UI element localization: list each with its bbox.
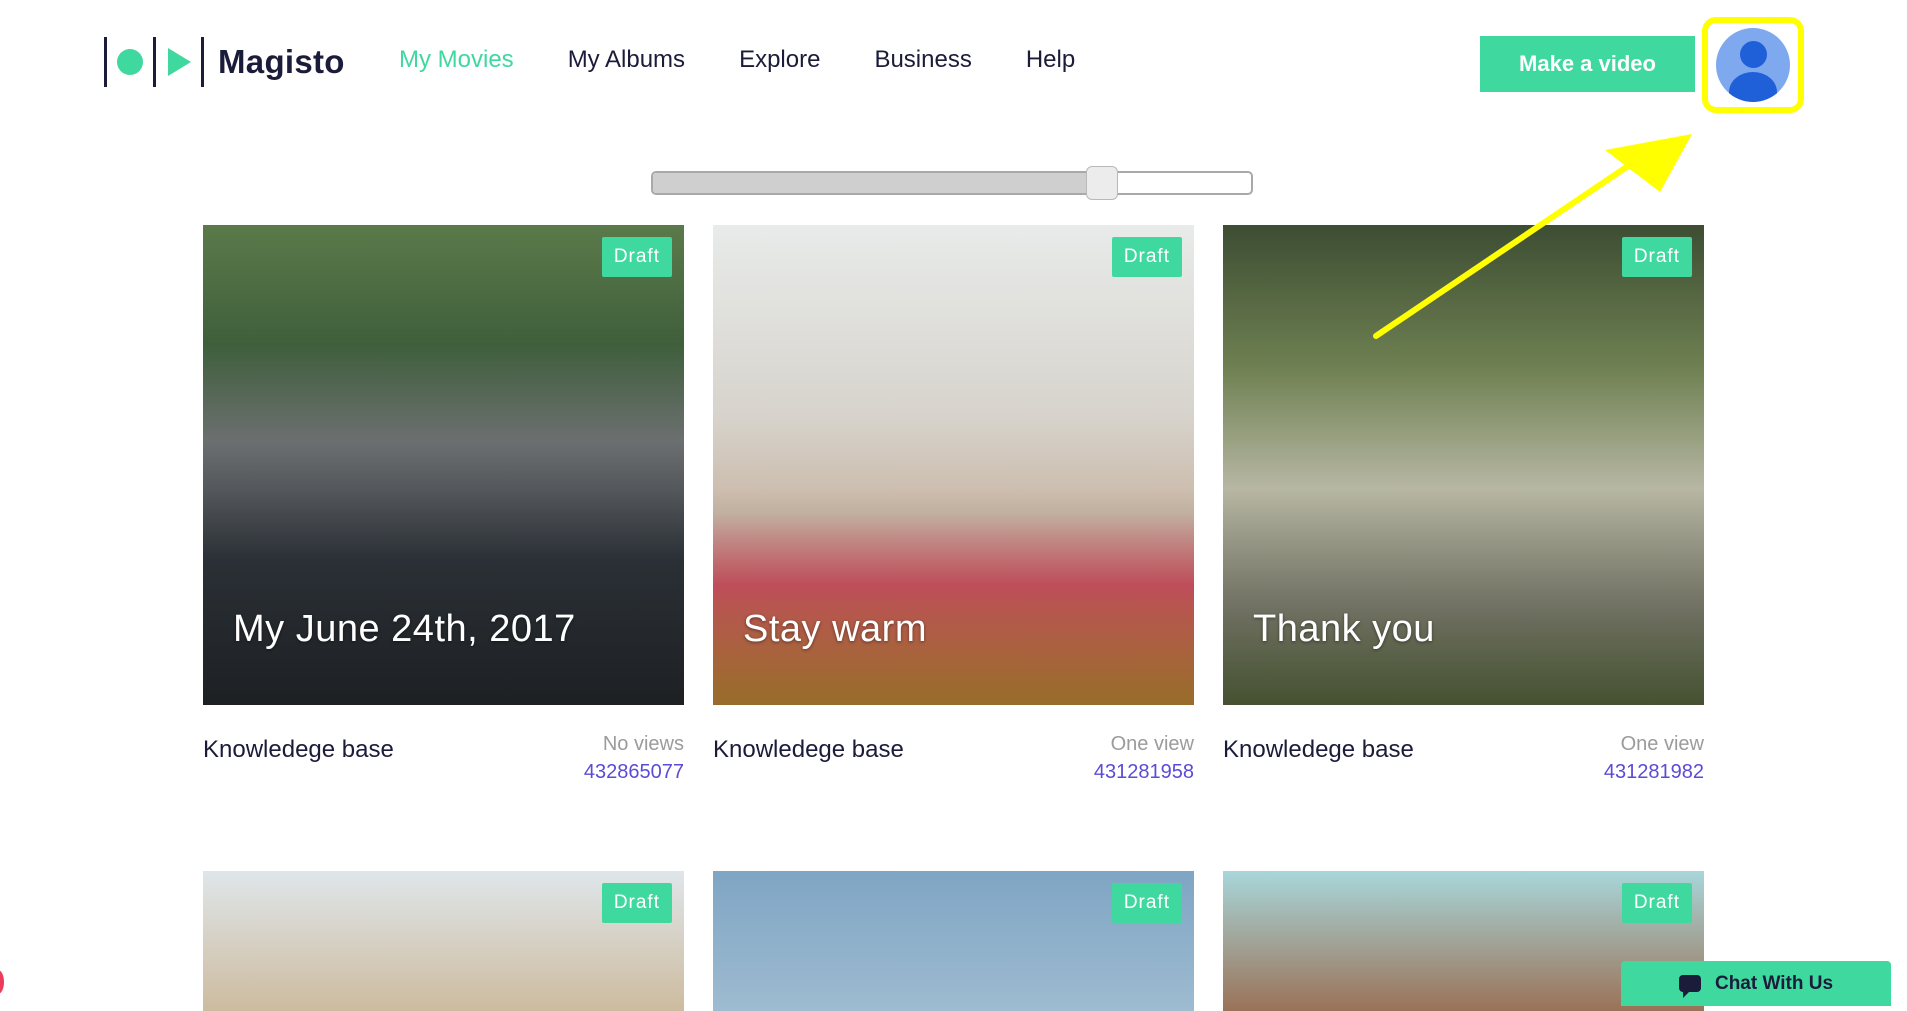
chat-with-us-button[interactable]: Chat With Us (1621, 961, 1891, 1006)
logo-play-icon (168, 48, 191, 76)
logo-bar-icon (153, 37, 156, 87)
slider-thumb[interactable] (1085, 166, 1118, 200)
nav-business[interactable]: Business (874, 46, 971, 74)
logo-dot-icon (117, 49, 143, 75)
movie-views: One view (1110, 733, 1194, 755)
make-a-video-button[interactable]: Make a video (1480, 36, 1695, 92)
movie-meta: Knowledege base No views 432865077 (203, 727, 684, 797)
nav-help[interactable]: Help (1026, 46, 1075, 74)
movie-views: One view (1620, 733, 1704, 755)
slider-fill (653, 173, 1102, 193)
movie-card[interactable]: Draft Stay warm Knowledege base One view… (713, 225, 1194, 797)
draft-badge: Draft (1621, 237, 1692, 277)
movie-thumbnail[interactable]: Draft (203, 871, 684, 1011)
logo-bar-icon (104, 37, 107, 87)
chat-bubble-icon (1678, 975, 1701, 998)
nav-my-movies[interactable]: My Movies (399, 46, 514, 74)
draft-badge: Draft (1111, 237, 1182, 277)
user-avatar-icon[interactable] (1716, 28, 1790, 102)
movie-thumbnail[interactable]: Draft Stay warm (713, 225, 1194, 705)
logo-bar-icon (201, 37, 204, 87)
movie-title: My June 24th, 2017 (233, 608, 576, 650)
notification-dot (0, 970, 4, 994)
chat-label: Chat With Us (1714, 972, 1834, 994)
movie-views: No views (602, 733, 684, 755)
movie-category: Knowledege base (713, 736, 904, 763)
movie-thumbnail[interactable]: Draft Thank you (1223, 225, 1704, 705)
nav-explore[interactable]: Explore (739, 46, 820, 74)
movie-title: Stay warm (743, 608, 927, 650)
thumbnail-size-slider[interactable] (651, 166, 1253, 200)
draft-badge: Draft (1111, 883, 1182, 923)
movie-thumbnail[interactable]: Draft (713, 871, 1194, 1011)
movie-id-link[interactable]: 432865077 (584, 761, 684, 784)
draft-badge: Draft (1621, 883, 1692, 923)
movie-card[interactable]: Draft (713, 871, 1194, 1011)
movie-thumbnail[interactable]: Draft My June 24th, 2017 (203, 225, 684, 705)
movie-meta: Knowledege base One view 431281958 (713, 727, 1194, 797)
magisto-logo[interactable]: Magisto (104, 36, 345, 88)
movie-card[interactable]: Draft Thank you Knowledege base One view… (1223, 225, 1704, 797)
brand-name: Magisto (218, 43, 345, 80)
nav-my-albums[interactable]: My Albums (568, 46, 685, 74)
avatar-body (1729, 72, 1777, 102)
movie-card[interactable]: Draft My June 24th, 2017 Knowledege base… (203, 225, 684, 797)
avatar-head (1740, 41, 1767, 68)
movie-category: Knowledege base (1223, 736, 1414, 763)
movie-meta: Knowledege base One view 431281982 (1223, 727, 1704, 797)
main-nav: My Movies My Albums Explore Business Hel… (399, 46, 1075, 74)
movie-category: Knowledege base (203, 736, 394, 763)
draft-badge: Draft (601, 237, 672, 277)
movie-id-link[interactable]: 431281958 (1094, 761, 1194, 784)
movie-title: Thank you (1253, 608, 1435, 650)
draft-badge: Draft (601, 883, 672, 923)
movie-card[interactable]: Draft (203, 871, 684, 1011)
movie-id-link[interactable]: 431281982 (1604, 761, 1704, 784)
